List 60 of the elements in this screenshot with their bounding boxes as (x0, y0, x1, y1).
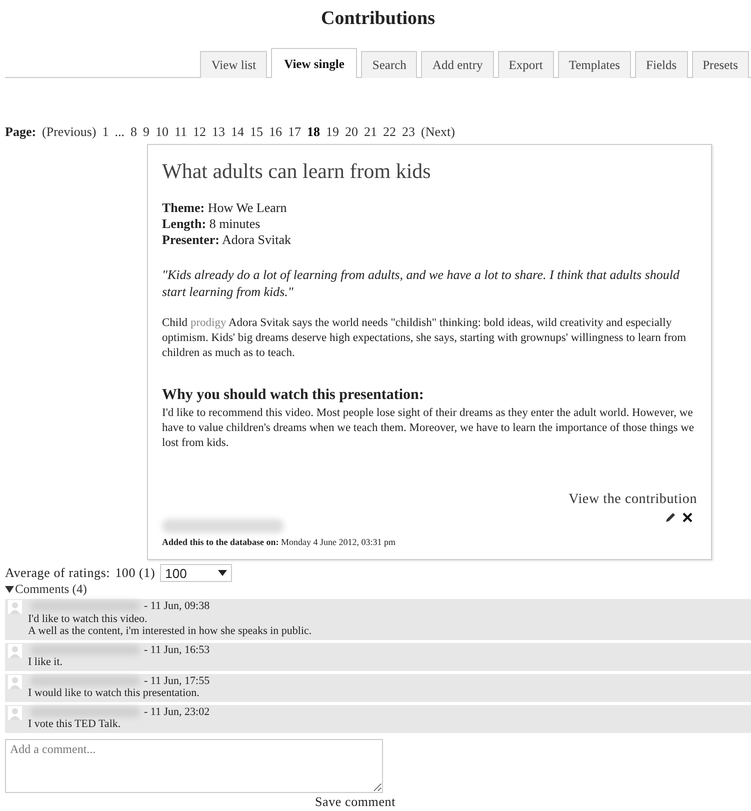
entry-title: What adults can learn from kids (162, 159, 432, 184)
view-contribution-link[interactable]: View the contribution (568, 492, 697, 508)
description-text: Child prodigy Adora Svitak says the world needs "childish" thinking: bold ideas, wild creativity and especially optimism. Kids' big dreams deserve high expectations, she says, starting with grownups' willingness to learn from children as much as to teach. (162, 316, 688, 361)
comment-field[interactable]: Add a comment... (5, 738, 383, 792)
comment-time: - 11 Jun, 16:53 (144, 644, 210, 656)
section-heading: Why you should watch this presentation: (162, 387, 425, 404)
comments-toggle[interactable]: Comments (4) (15, 582, 87, 597)
field-row-text: Theme: How We Learn (162, 200, 288, 216)
tab[interactable]: Fields (635, 51, 688, 78)
comment-text: I vote this TED Talk. (28, 718, 122, 730)
comment-time: - 11 Jun, 09:38 (144, 600, 210, 612)
page-link[interactable]: 10 (155, 124, 168, 140)
page-link[interactable]: 17 (288, 124, 301, 140)
comment-time: - 11 Jun, 23:02 (144, 706, 210, 718)
page-link[interactable]: 13 (212, 124, 225, 140)
page-link[interactable]: 8 (130, 124, 137, 140)
page-link[interactable]: 14 (231, 124, 244, 140)
quote-text: "Kids already do a lot of learning from adults, and we have a lot to share. I think that adults should start learning from kids." (162, 266, 680, 300)
field-row-text: Presenter: Adora Svitak (162, 232, 292, 248)
tab[interactable]: Export (498, 51, 554, 78)
glossary-link[interactable]: prodigy (190, 317, 226, 329)
edit-icon[interactable] (665, 512, 676, 523)
comment-text: I would like to watch this presentation. (28, 687, 200, 700)
page-link[interactable]: 16 (269, 124, 282, 140)
page-link[interactable]: 9 (142, 124, 150, 140)
page-link[interactable]: 1 (102, 124, 109, 140)
page-link[interactable]: 12 (193, 124, 206, 140)
tab[interactable]: View single (271, 48, 358, 78)
delete-icon[interactable] (682, 512, 693, 523)
page-link[interactable]: 19 (326, 124, 339, 140)
page-link[interactable]: 18 (307, 124, 320, 140)
pager-label: Page: (5, 124, 36, 140)
field-row-text: Length: 8 minutes (162, 216, 262, 232)
previous-link[interactable]: (Previous) (42, 124, 96, 140)
tab[interactable]: Presets (692, 51, 749, 78)
expanded-triangle-icon[interactable] (5, 586, 14, 593)
recommendation-text: I'd like to recommend this video. Most people lose sight of their dreams as they enter the adult world. However, we have to value children's dreams when we teach them. Moreover, we have to learn the importance of those things we lost from kids. (162, 406, 696, 451)
page-title: Contributions (320, 7, 436, 31)
rating-value: 100 (1) (115, 565, 156, 581)
page-link[interactable]: 11 (174, 124, 187, 140)
comment-text: I'd like to watch this video. (28, 612, 148, 625)
page-link[interactable]: 23 (402, 124, 415, 140)
page-link[interactable]: 22 (383, 124, 396, 140)
page-link[interactable]: 15 (250, 124, 263, 140)
tab[interactable]: View list (200, 51, 268, 78)
added-date-text: Added this to the database on: Monday 4 June 2012, 03:31 pm (162, 537, 397, 547)
rating-select[interactable]: 100 (160, 564, 232, 582)
page-gap: ... (114, 124, 124, 140)
page-link[interactable]: 21 (364, 124, 377, 140)
comment-text: A well as the content, i'm interested in how she speaks in public. (28, 625, 312, 638)
rating-label: Average of ratings: (5, 565, 110, 581)
tab[interactable]: Search (361, 51, 418, 78)
tab[interactable]: Templates (558, 51, 632, 78)
comment-text: I like it. (28, 656, 64, 668)
page-link[interactable]: 20 (345, 124, 358, 140)
next-link[interactable]: (Next) (421, 124, 455, 140)
dropdown-caret-icon (218, 570, 228, 576)
save-comment-link[interactable]: Save comment (315, 794, 751, 810)
tab[interactable]: Add entry (421, 51, 494, 78)
comment-time: - 11 Jun, 17:55 (144, 674, 210, 687)
